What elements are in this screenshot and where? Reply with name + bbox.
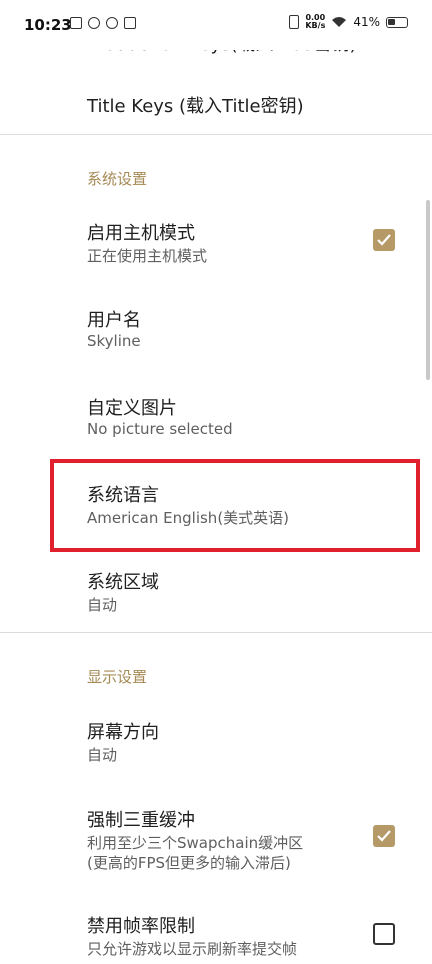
- status-right: 0.00 KB/s 41%: [289, 14, 408, 30]
- title-keys-item[interactable]: Title Keys (载入Title密钥): [0, 70, 432, 134]
- setting-subtitle: 利用至少三个Swapchain缓冲区: [87, 834, 304, 852]
- divider: [0, 632, 432, 633]
- divider: [0, 134, 432, 135]
- network-speed-unit: KB/s: [305, 21, 326, 30]
- setting-title: 强制三重缓冲: [87, 810, 195, 831]
- battery-icon: [386, 16, 408, 28]
- scrollbar[interactable]: [426, 200, 430, 380]
- check-icon: [377, 234, 391, 246]
- notification-app-icon: [88, 17, 100, 29]
- setting-title: 系统区域: [87, 572, 159, 593]
- title-keys-label: Title Keys (载入Title密钥): [87, 96, 304, 117]
- vibrate-icon: [289, 15, 300, 29]
- setting-subtitle: Skyline: [87, 332, 141, 350]
- battery-percent: 41%: [353, 15, 380, 29]
- section-header-display: 显示设置: [87, 668, 148, 686]
- frame-limit-checkbox[interactable]: [373, 923, 395, 945]
- section-header-system: 系统设置: [87, 170, 148, 188]
- setting-system-region[interactable]: 系统区域 自动: [0, 554, 432, 634]
- setting-host-mode[interactable]: 启用主机模式 正在使用主机模式: [0, 205, 432, 285]
- check-icon: [377, 830, 391, 842]
- setting-title: 禁用帧率限制: [87, 916, 195, 937]
- setting-subtitle: No picture selected: [87, 420, 233, 438]
- setting-title: 启用主机模式: [87, 223, 195, 244]
- setting-subtitle: (更高的FPS但更多的输入滞后): [87, 854, 291, 872]
- setting-disable-frame-limit[interactable]: 禁用帧率限制 只允许游戏以显示刷新率提交帧: [0, 898, 432, 964]
- highlight-box: [50, 459, 420, 552]
- network-speed: 0.00 KB/s: [305, 14, 325, 30]
- setting-title: 用户名: [87, 310, 141, 331]
- setting-custom-picture[interactable]: 自定义图片 No picture selected: [0, 380, 432, 460]
- setting-screen-orientation[interactable]: 屏幕方向 自动: [0, 704, 432, 784]
- setting-triple-buffering[interactable]: 强制三重缓冲 利用至少三个Swapchain缓冲区 (更高的FPS但更多的输入滞…: [0, 792, 432, 892]
- host-mode-checkbox[interactable]: [373, 229, 395, 251]
- setting-title: 屏幕方向: [87, 722, 159, 743]
- triple-buffering-checkbox[interactable]: [373, 825, 395, 847]
- setting-subtitle: 自动: [87, 746, 118, 764]
- status-bar: 10:23 0.00 KB/s 41%: [0, 0, 432, 50]
- setting-subtitle: 只允许游戏以显示刷新率提交帧: [87, 940, 298, 958]
- setting-title: 自定义图片: [87, 398, 177, 419]
- wifi-icon: [332, 17, 347, 27]
- status-time: 10:23: [24, 16, 72, 34]
- notification-app-icon: [70, 17, 82, 29]
- notification-icons: [70, 17, 136, 29]
- setting-username[interactable]: 用户名 Skyline: [0, 292, 432, 372]
- setting-subtitle: 自动: [87, 596, 118, 614]
- notification-app-icon: [106, 17, 118, 29]
- notification-app-icon: [124, 17, 136, 29]
- setting-subtitle: 正在使用主机模式: [87, 247, 208, 265]
